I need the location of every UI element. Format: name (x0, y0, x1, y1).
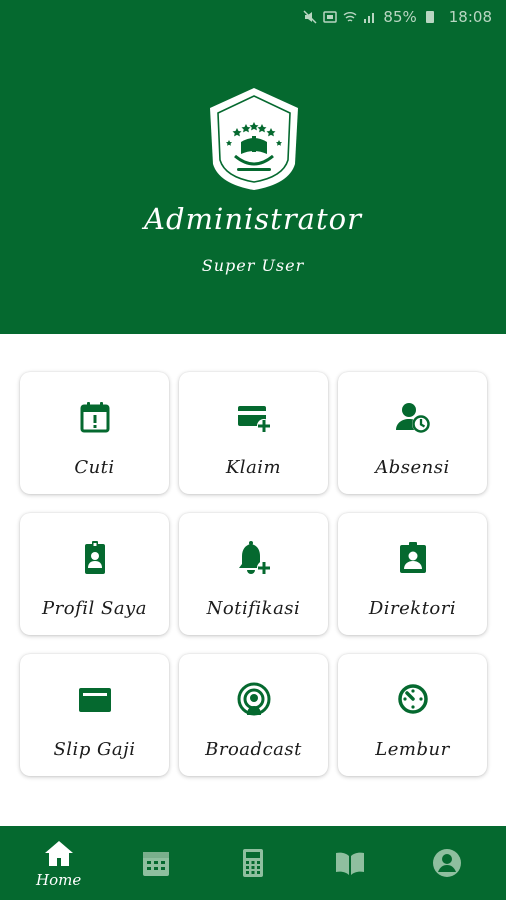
account-icon (433, 849, 462, 877)
nav-calculator[interactable] (218, 826, 288, 900)
calendar-icon (142, 852, 169, 876)
menu-item-label: Absensi (375, 457, 450, 478)
menu-item-profil-saya[interactable]: Profil Saya (20, 513, 169, 635)
battery-percent: 85% (383, 8, 417, 26)
nav-home-label: Home (35, 870, 82, 889)
clock: 18:08 (448, 8, 492, 26)
calendar-alert-icon (80, 402, 109, 433)
status-bar: 85% 18:08 (0, 0, 506, 34)
profile-name: Administrator (144, 202, 362, 236)
menu-item-label: Slip Gaji (53, 739, 136, 760)
profile-role: Super User (201, 256, 305, 275)
menu-item-direktori[interactable]: Direktori (338, 513, 487, 635)
payment-card-icon (78, 688, 111, 712)
menu-item-label: Direktori (368, 598, 457, 619)
user-clock-icon (395, 403, 430, 433)
menu-item-broadcast[interactable]: Broadcast (179, 654, 328, 776)
menu-item-label: Klaim (225, 457, 282, 478)
broadcast-icon (237, 682, 270, 716)
menu-item-label: Broadcast (205, 739, 302, 760)
bell-add-icon (238, 541, 271, 575)
battery-icon (425, 11, 434, 23)
sync-icon (323, 11, 338, 23)
home-icon (44, 840, 73, 866)
bottom-navigation: Home (0, 826, 506, 900)
menu-item-slip-gaji[interactable]: Slip Gaji (20, 654, 169, 776)
id-badge-icon (84, 541, 105, 574)
menu-item-absensi[interactable]: Absensi (338, 372, 487, 494)
menu-item-label: Lembur (375, 739, 450, 760)
mute-icon (303, 10, 317, 24)
menu-item-label: Profil Saya (42, 598, 147, 619)
menu-item-label: Cuti (74, 457, 115, 478)
contact-card-icon (399, 542, 426, 573)
nav-account[interactable] (412, 826, 482, 900)
menu-item-cuti[interactable]: Cuti (20, 372, 169, 494)
menu-item-lembur[interactable]: Lembur (338, 654, 487, 776)
card-add-icon (237, 406, 271, 433)
menu-item-notifikasi[interactable]: Notifikasi (179, 513, 328, 635)
menu-grid: Cuti Klaim Absensi Profil Saya Notifikas… (20, 372, 488, 776)
organization-logo (210, 88, 298, 190)
nav-home[interactable]: Home (24, 826, 94, 900)
menu-item-label: Notifikasi (206, 598, 301, 619)
signal-icon (364, 13, 375, 23)
wifi-icon (343, 12, 357, 22)
profile-header: 85% 18:08 Administrator Super User (0, 0, 506, 334)
menu-item-klaim[interactable]: Klaim (179, 372, 328, 494)
calculator-icon (242, 849, 263, 877)
book-icon (336, 852, 365, 875)
nav-calendar[interactable] (121, 826, 191, 900)
nav-book[interactable] (315, 826, 385, 900)
timer-icon (397, 684, 428, 714)
